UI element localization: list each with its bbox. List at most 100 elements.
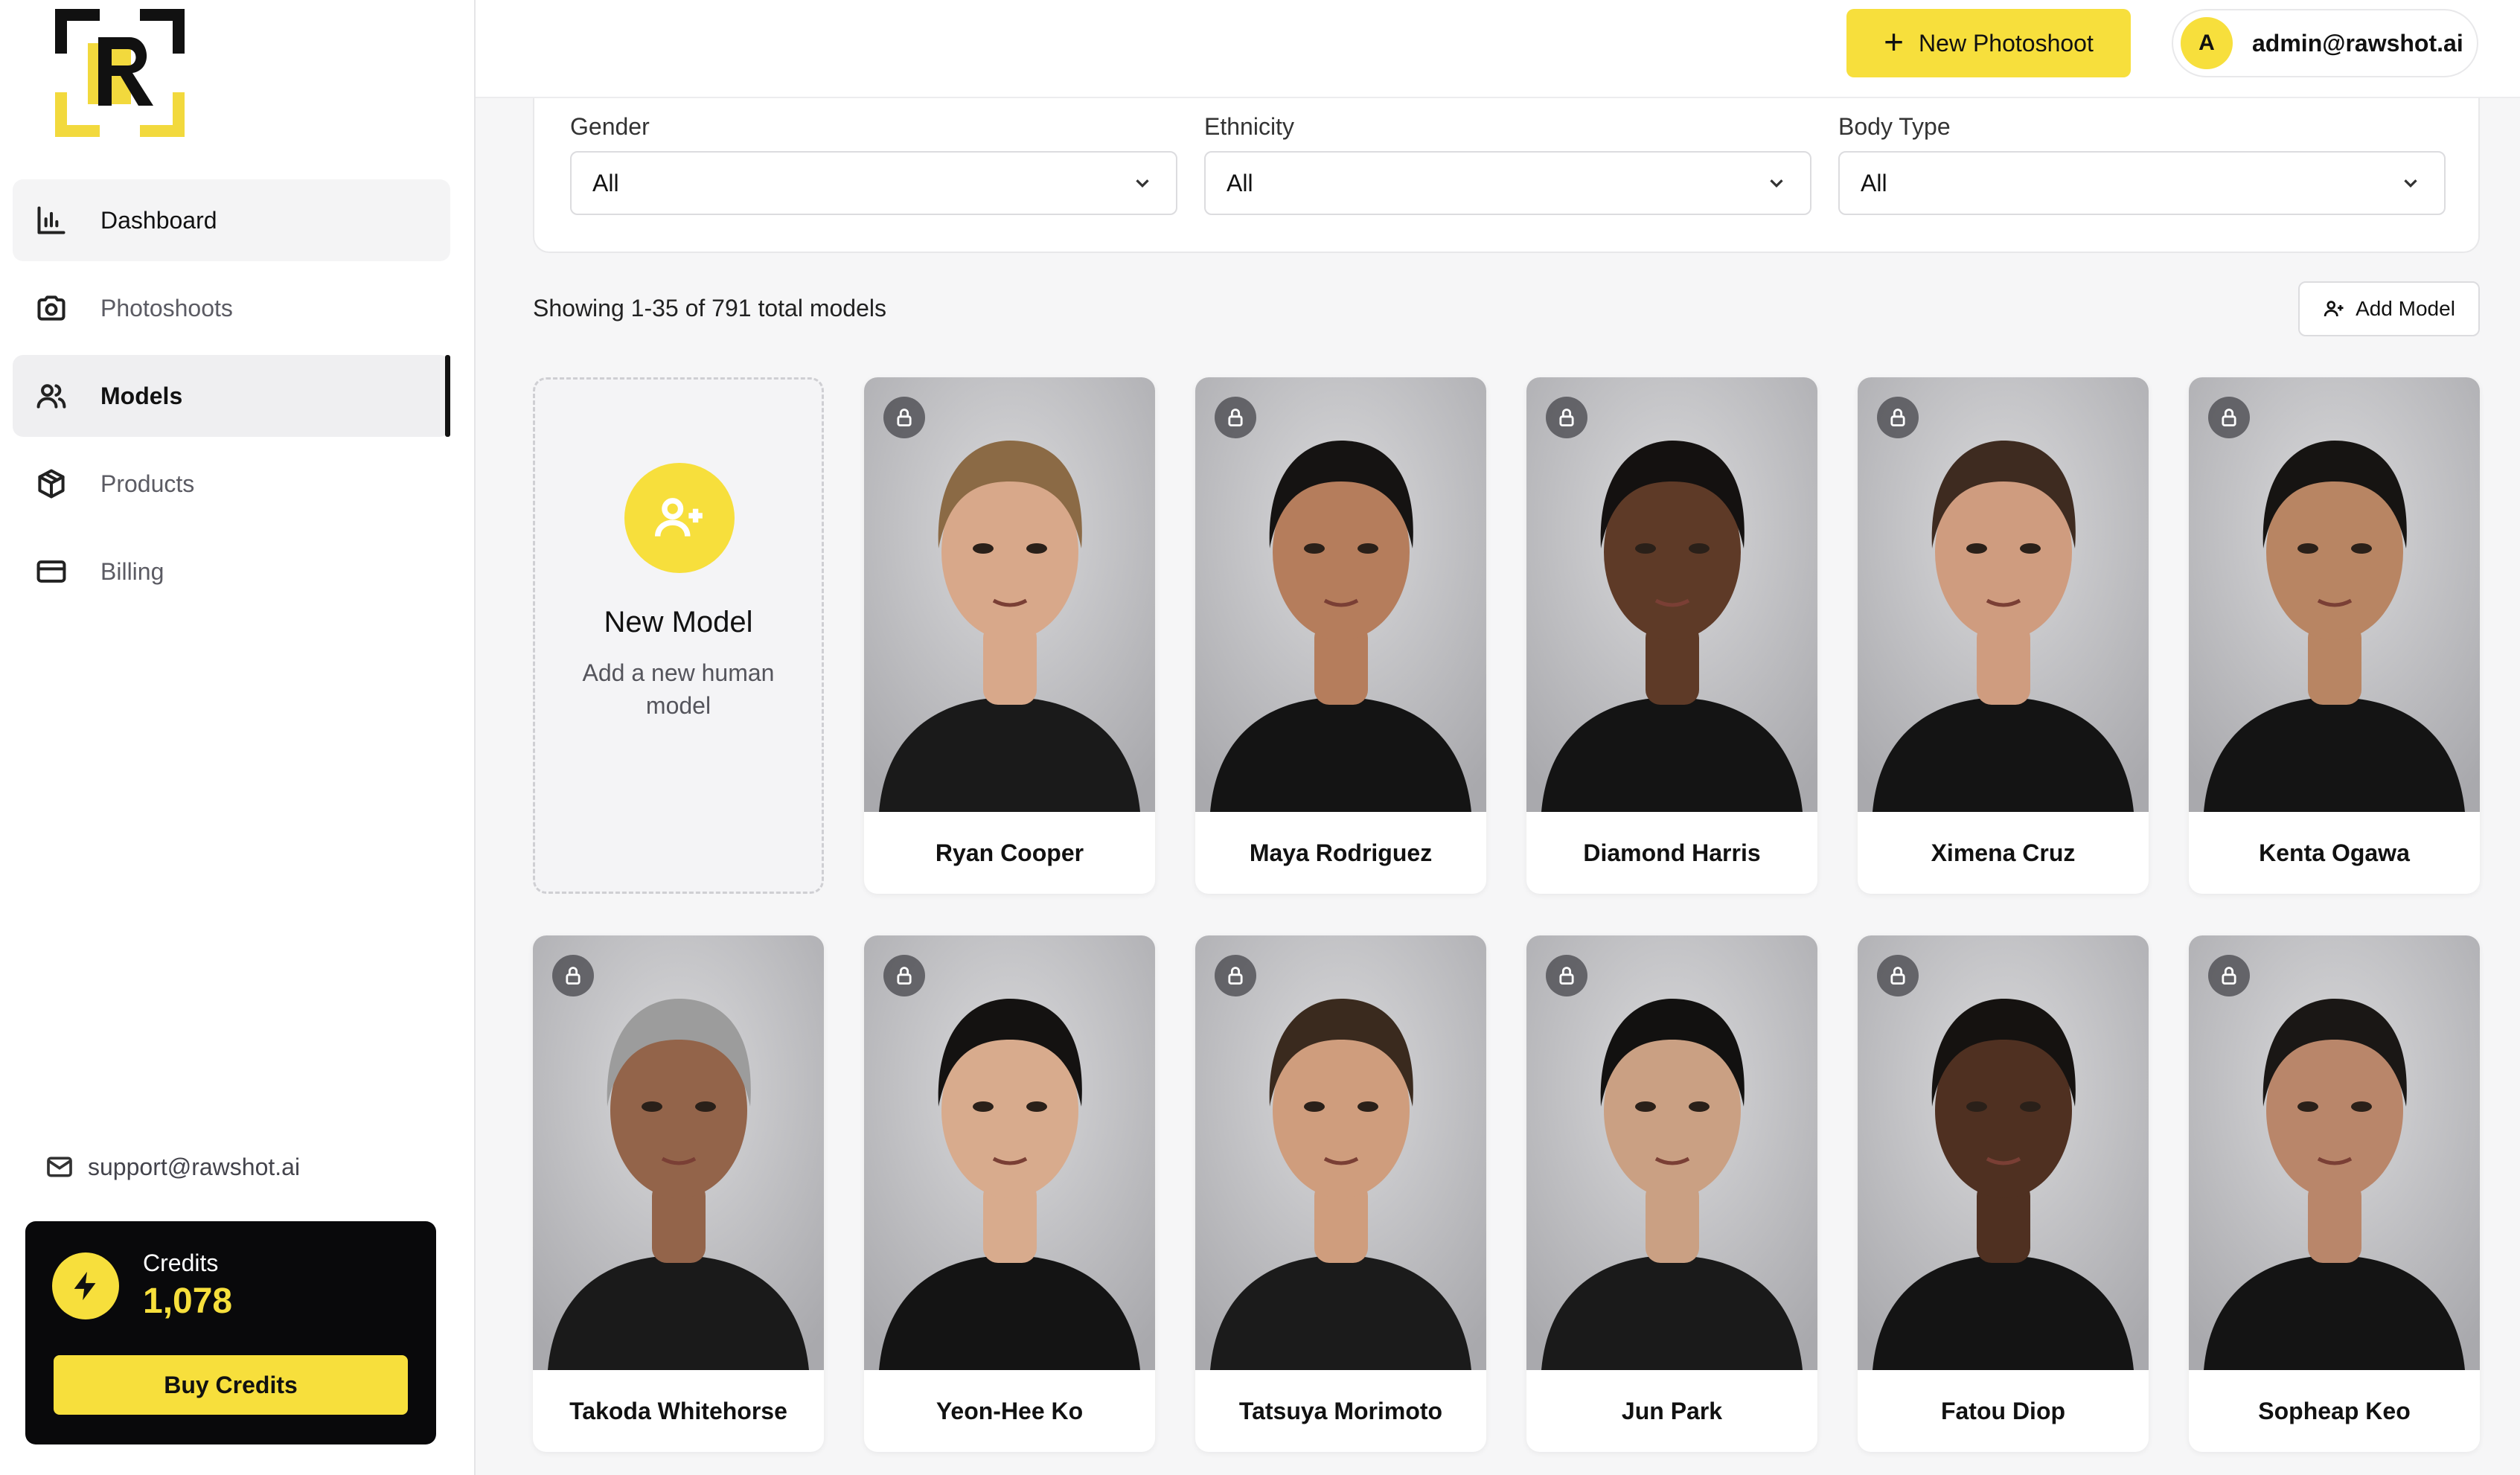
sidebar-nav: Dashboard Photoshoots Models Products Bi…	[13, 179, 450, 618]
gender-select[interactable]: All	[570, 151, 1177, 215]
new-model-subtitle: Add a new human model	[582, 659, 775, 719]
model-card[interactable]: Tatsuya Morimoto	[1195, 935, 1486, 1452]
model-name: Kenta Ogawa	[2259, 839, 2410, 866]
sidebar-item-models[interactable]: Models	[13, 355, 450, 437]
lock-icon	[1546, 955, 1587, 996]
sidebar-item-label: Photoshoots	[100, 294, 233, 321]
filter-label: Gender	[570, 113, 650, 140]
support-link[interactable]: support@rawshot.ai	[45, 1152, 300, 1182]
sidebar-item-billing[interactable]: Billing	[13, 531, 450, 612]
credit-card-icon	[33, 554, 69, 589]
add-model-button[interactable]: Add Model	[2298, 281, 2480, 336]
sidebar-item-dashboard[interactable]: Dashboard	[13, 179, 450, 261]
lightning-icon	[52, 1252, 119, 1319]
model-card[interactable]: Yeon-Hee Ko	[864, 935, 1155, 1452]
model-name: Ximena Cruz	[1931, 839, 2076, 866]
model-name: Ryan Cooper	[935, 839, 1084, 866]
buy-credits-button[interactable]: Buy Credits	[54, 1355, 408, 1415]
lock-icon	[2208, 397, 2250, 438]
add-model-label: Add Model	[2356, 297, 2455, 320]
sidebar-item-photoshoots[interactable]: Photoshoots	[13, 267, 450, 349]
select-value: All	[1227, 169, 1253, 196]
sidebar-item-label: Billing	[100, 557, 164, 585]
model-name: Yeon-Hee Ko	[936, 1397, 1084, 1424]
model-portrait	[2189, 377, 2480, 812]
users-icon	[33, 378, 69, 414]
user-plus-icon	[624, 463, 735, 573]
model-portrait	[1526, 935, 1817, 1370]
ethnicity-filter: Ethnicity All	[1204, 113, 1811, 215]
chevron-down-icon	[2404, 179, 2417, 188]
model-portrait	[1195, 935, 1486, 1370]
model-card[interactable]: Maya Rodriguez	[1195, 377, 1486, 894]
filters-card: Gender All Ethnicity All Body Type All	[533, 98, 2480, 253]
body-type-select[interactable]: All	[1838, 151, 2446, 215]
model-portrait	[864, 935, 1155, 1370]
lock-icon	[1877, 397, 1919, 438]
model-name: Sopheap Keo	[2258, 1397, 2411, 1424]
new-photoshoot-label: New Photoshoot	[1919, 29, 2094, 57]
sidebar-item-label: Models	[100, 382, 183, 409]
lock-icon	[1877, 955, 1919, 996]
ethnicity-select[interactable]: All	[1204, 151, 1811, 215]
lock-icon	[552, 955, 594, 996]
model-portrait	[1526, 377, 1817, 812]
account-email: admin@rawshot.ai	[2252, 29, 2463, 57]
rawshot-logo[interactable]	[55, 9, 185, 137]
model-portrait	[533, 935, 824, 1370]
model-portrait	[1858, 935, 2149, 1370]
user-plus-icon	[2324, 301, 2344, 317]
model-card[interactable]: Diamond Harris	[1526, 377, 1817, 894]
credits-panel: Credits 1,078 Buy Credits	[25, 1221, 436, 1444]
results-count: Showing 1-35 of 791 total models	[533, 295, 886, 321]
support-email: support@rawshot.ai	[88, 1153, 301, 1180]
model-card[interactable]: Jun Park	[1526, 935, 1817, 1452]
credits-value: 1,078	[143, 1282, 233, 1321]
model-card[interactable]: Fatou Diop	[1858, 935, 2149, 1452]
sidebar: Dashboard Photoshoots Models Products Bi…	[0, 0, 476, 1475]
credits-label: Credits	[143, 1250, 219, 1276]
box-icon	[33, 466, 69, 502]
lock-icon	[883, 955, 925, 996]
filter-label: Ethnicity	[1204, 113, 1294, 140]
model-card[interactable]: Sopheap Keo	[2189, 935, 2480, 1452]
model-name: Jun Park	[1621, 1397, 1723, 1424]
model-card[interactable]: Takoda Whitehorse	[533, 935, 824, 1452]
chevron-down-icon	[1136, 179, 1149, 188]
gender-filter: Gender All	[570, 113, 1177, 215]
plus-icon: +	[1884, 22, 1905, 61]
model-name: Takoda Whitehorse	[569, 1397, 787, 1424]
lock-icon	[883, 397, 925, 438]
body-type-filter: Body Type All	[1838, 113, 2446, 215]
model-portrait	[1858, 377, 2149, 812]
model-name: Fatou Diop	[1940, 1397, 2066, 1424]
model-card[interactable]: Kenta Ogawa	[2189, 377, 2480, 894]
lock-icon	[1215, 955, 1256, 996]
bar-chart-icon	[33, 202, 69, 238]
model-portrait	[864, 377, 1155, 812]
mail-icon	[47, 1156, 72, 1177]
sidebar-item-products[interactable]: Products	[13, 443, 450, 525]
camera-icon	[33, 290, 69, 326]
filter-label: Body Type	[1838, 113, 1951, 140]
model-name: Tatsuya Morimoto	[1238, 1397, 1443, 1424]
model-card[interactable]: Ryan Cooper	[864, 377, 1155, 894]
sidebar-item-label: Products	[100, 470, 195, 497]
model-name: Diamond Harris	[1583, 839, 1761, 866]
lock-icon	[2208, 955, 2250, 996]
model-name: Maya Rodriguez	[1249, 839, 1433, 866]
avatar: A	[2181, 17, 2233, 69]
model-card[interactable]: Ximena Cruz	[1858, 377, 2149, 894]
new-model-title: New Model	[604, 606, 753, 639]
chevron-down-icon	[1770, 179, 1783, 188]
new-photoshoot-button[interactable]: + New Photoshoot	[1846, 9, 2131, 77]
sidebar-item-label: Dashboard	[100, 206, 217, 234]
new-model-card[interactable]: New Model Add a new human model	[533, 377, 824, 894]
model-portrait	[1195, 377, 1486, 812]
account-menu[interactable]: A admin@rawshot.ai	[2172, 9, 2478, 77]
lock-icon	[1215, 397, 1256, 438]
lock-icon	[1546, 397, 1587, 438]
select-value: All	[592, 169, 619, 196]
select-value: All	[1861, 169, 1887, 196]
model-portrait	[2189, 935, 2480, 1370]
